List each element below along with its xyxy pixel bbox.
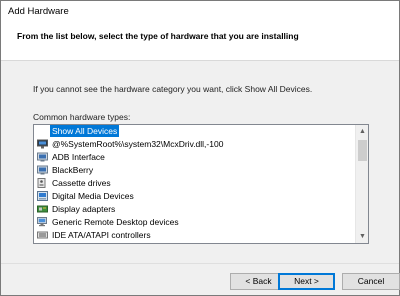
- list-item-label: IDE ATA/ATAPI controllers: [52, 230, 151, 240]
- scroll-thumb[interactable]: [358, 140, 367, 161]
- adb-device-icon: [37, 152, 48, 162]
- list-item-label: @%SystemRoot%\system32\McxDriv.dll,-100: [52, 139, 224, 149]
- cassette-drive-icon: [37, 178, 48, 188]
- next-button[interactable]: Next >: [278, 273, 335, 290]
- add-hardware-dialog: Add Hardware From the list below, select…: [0, 0, 400, 296]
- wizard-header: From the list below, select the type of …: [1, 22, 399, 61]
- list-item-label: BlackBerry: [52, 165, 94, 175]
- cancel-button[interactable]: Cancel: [342, 273, 400, 290]
- display-adapter-icon: [37, 204, 48, 214]
- list-item[interactable]: Generic Remote Desktop devices: [34, 216, 356, 229]
- list-item-label: Digital Media Devices: [52, 191, 134, 201]
- list-item[interactable]: BlackBerry: [34, 164, 356, 177]
- scroll-up-icon[interactable]: ▲: [356, 125, 368, 138]
- list-label: Common hardware types:: [33, 112, 131, 122]
- window-title: Add Hardware: [8, 6, 69, 17]
- blackberry-device-icon: [37, 165, 48, 175]
- button-bar-divider: [1, 263, 399, 264]
- digital-media-device-icon: [37, 191, 48, 201]
- list-rows: Show All Devices @%SystemRoot%\system32\M…: [34, 125, 356, 242]
- ide-controller-icon: [37, 230, 48, 240]
- remote-desktop-device-icon: [37, 217, 48, 227]
- list-item-label: ADB Interface: [52, 152, 105, 162]
- list-item[interactable]: Display adapters: [34, 203, 356, 216]
- list-item[interactable]: Cassette drives: [34, 177, 356, 190]
- list-item[interactable]: IDE ATA/ATAPI controllers: [34, 229, 356, 242]
- list-item[interactable]: Digital Media Devices: [34, 190, 356, 203]
- hardware-type-list[interactable]: Show All Devices @%SystemRoot%\system32\M…: [33, 124, 369, 244]
- scroll-down-icon[interactable]: ▼: [356, 230, 368, 243]
- list-item[interactable]: @%SystemRoot%\system32\McxDriv.dll,-100: [34, 138, 356, 151]
- list-item-label: Display adapters: [52, 204, 116, 214]
- list-item[interactable]: ADB Interface: [34, 151, 356, 164]
- media-center-extender-icon: [37, 139, 48, 149]
- list-item-label: Show All Devices: [50, 125, 120, 137]
- title-bar: Add Hardware: [1, 1, 399, 22]
- list-scrollbar[interactable]: ▲ ▼: [355, 125, 368, 243]
- list-item-label: Cassette drives: [52, 178, 111, 188]
- wizard-heading: From the list below, select the type of …: [17, 31, 299, 41]
- info-text: If you cannot see the hardware category …: [33, 84, 313, 94]
- list-item-label: Generic Remote Desktop devices: [52, 217, 179, 227]
- list-item[interactable]: Show All Devices: [34, 125, 356, 138]
